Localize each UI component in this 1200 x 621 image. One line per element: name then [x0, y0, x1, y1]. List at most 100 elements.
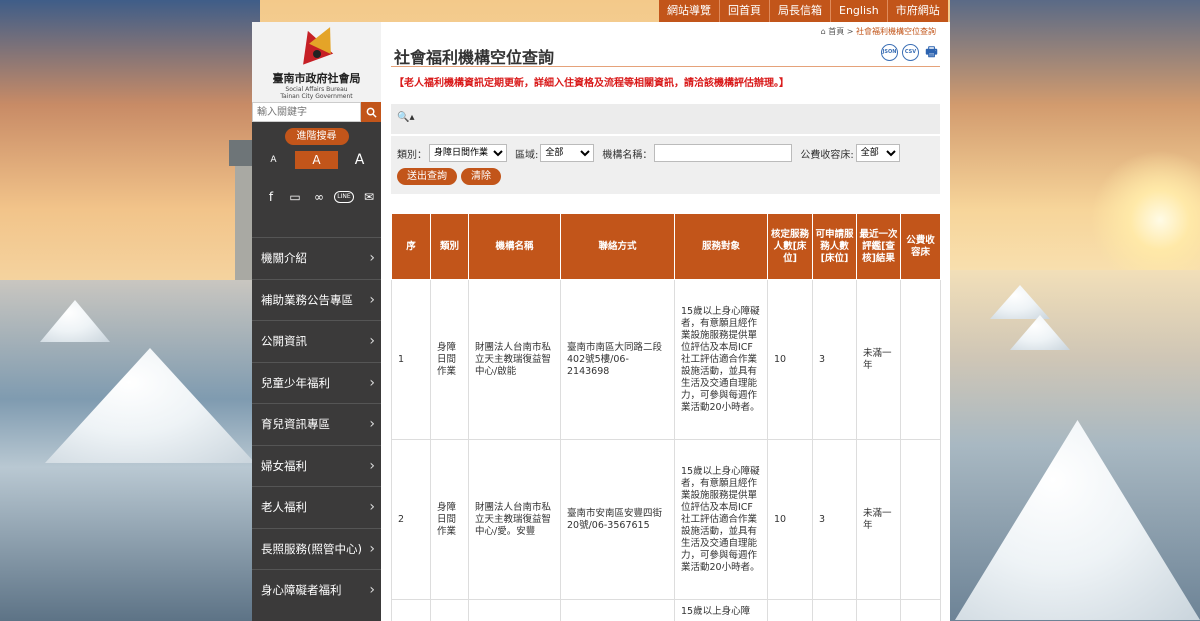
menu-item-about[interactable]: 機關介紹 — [252, 237, 381, 279]
col-header-contact: 聯絡方式 — [560, 213, 675, 280]
topnav-home[interactable]: 回首頁 — [719, 0, 769, 22]
breadcrumb-current: 社會福利機構空位查詢 — [856, 27, 936, 36]
public-bed-label: 公費收容床: — [800, 149, 854, 161]
logo[interactable]: 臺南市政府社會局 Social Affairs Bureau Tainan Ci… — [252, 22, 381, 102]
export-tools: JSON CSV 🖶 — [881, 44, 940, 61]
title-divider — [391, 66, 940, 67]
page-title: 社會福利機構空位查詢 — [394, 48, 555, 67]
submit-query-button[interactable]: 送出查詢 — [397, 168, 457, 185]
font-size-large[interactable]: A — [338, 151, 381, 169]
table-row: 15歲以上身心障 — [391, 599, 941, 621]
col-header-target: 服務對象 — [674, 213, 768, 280]
breadcrumb-separator: > — [846, 27, 854, 36]
share-icon[interactable]: ∞ — [310, 189, 328, 205]
public-bed-select[interactable]: 全部 — [855, 144, 900, 162]
cell-contact: 臺南市南區大同路二段402號5樓/06-2143698 — [560, 279, 675, 440]
col-header-available: 可申請服務人數[床位] — [812, 213, 857, 280]
cell-name — [468, 599, 561, 621]
cell-target: 15歲以上身心障礙者，有意願且經作業設施服務提供單位評估及本局ICF社工評估適合… — [674, 439, 768, 600]
social-links: f ▭ ∞ LINE ✉ — [252, 169, 381, 213]
font-size-medium[interactable]: A — [295, 151, 338, 169]
cell-name: 財團法人台南市私立天主教瑞復益智中心/愛。安豐 — [468, 439, 561, 600]
menu-item-public-info[interactable]: 公開資訊 — [252, 320, 381, 362]
col-header-approved: 核定服務人數[床位] — [767, 213, 813, 280]
institution-name-input[interactable] — [654, 144, 793, 162]
cell-available: 3 — [812, 439, 857, 600]
cell-approved: 10 — [767, 439, 813, 600]
logo-title: 臺南市政府社會局 — [272, 72, 361, 85]
site-search — [252, 102, 381, 122]
filter-toggle-bar[interactable]: 🔍▴ — [391, 104, 940, 134]
menu-item-child-youth-welfare[interactable]: 兒童少年福利 — [252, 361, 381, 404]
menu-item-subsidy-announcements[interactable]: 補助業務公告專區 — [252, 278, 381, 321]
menu-item-women-welfare[interactable]: 婦女福利 — [252, 444, 381, 487]
json-export-icon[interactable]: JSON — [881, 44, 898, 61]
main-menu: 機關介紹 補助業務公告專區 公開資訊 兒童少年福利 育兒資訊專區 婦女福利 老人… — [252, 237, 381, 611]
advanced-search-button[interactable]: 進階搜尋 — [284, 128, 349, 145]
cell-approved: 10 — [767, 279, 813, 440]
cell-evaluation: 未滿一年 — [856, 279, 901, 440]
cell-name: 財團法人台南市私立天主教瑞復益智中心/啟能 — [468, 279, 561, 440]
type-label: 類別： — [397, 149, 427, 161]
plurk-icon[interactable]: ▭ — [286, 189, 304, 205]
cell-type: 身障日間作業 — [430, 279, 469, 440]
breadcrumb-home[interactable]: 首頁 — [828, 27, 844, 36]
cell-target: 15歲以上身心障礙者，有意願且經作業設施服務提供單位評估及本局ICF社工評估適合… — [674, 279, 768, 440]
cell-target: 15歲以上身心障 — [674, 599, 768, 621]
cell-no — [391, 599, 431, 621]
cell-evaluation — [856, 599, 901, 621]
topnav-english[interactable]: English — [830, 0, 887, 22]
table-row: 2 身障日間作業 財團法人台南市私立天主教瑞復益智中心/愛。安豐 臺南市安南區安… — [391, 439, 941, 600]
filter-form: 類別： 身障日間作業 區域: 全部 機構名稱： 公費收容床: 全部 送出查詢 清… — [391, 136, 940, 194]
clear-button[interactable]: 清除 — [461, 168, 501, 185]
sidebar: 臺南市政府社會局 Social Affairs Bureau Tainan Ci… — [252, 22, 381, 621]
top-nav: 網站導覽 回首頁 局長信箱 English 市府網站 — [659, 0, 948, 22]
col-header-type: 類別 — [430, 213, 469, 280]
csv-export-icon[interactable]: CSV — [902, 44, 919, 61]
font-size-small[interactable]: A — [252, 151, 295, 169]
font-size-switcher: A A A — [252, 151, 381, 169]
cell-no: 1 — [391, 279, 431, 440]
cell-type — [430, 599, 469, 621]
cell-contact: 臺南市安南區安豐四街20號/06-3567615 — [560, 439, 675, 600]
col-header-public-bed: 公費收容床 — [900, 213, 941, 280]
logo-en-line2: Tainan City Government — [280, 93, 353, 100]
menu-item-disability-welfare[interactable]: 身心障礙者福利 — [252, 569, 381, 611]
cell-evaluation: 未滿一年 — [856, 439, 901, 600]
results-table: 序 類別 機構名稱 聯絡方式 服務對象 核定服務人數[床位] 可申請服務人數[床… — [391, 213, 941, 621]
filter-toggle-icon[interactable]: 🔍▴ — [397, 112, 414, 123]
mail-icon[interactable]: ✉ — [360, 189, 378, 205]
breadcrumb: ⌂ 首頁 > 社會福利機構空位查詢 — [821, 26, 936, 37]
cell-public-bed — [900, 439, 941, 600]
menu-item-parenting-info[interactable]: 育兒資訊專區 — [252, 403, 381, 445]
facebook-icon[interactable]: f — [262, 189, 280, 205]
type-select[interactable]: 身障日間作業 — [429, 144, 507, 162]
bureau-logo-icon — [291, 22, 343, 72]
cell-public-bed — [900, 599, 941, 621]
search-input[interactable] — [252, 102, 361, 122]
table-row: 1 身障日間作業 財團法人台南市私立天主教瑞復益智中心/啟能 臺南市南區大同路二… — [391, 279, 941, 440]
print-icon[interactable]: 🖶 — [923, 44, 940, 61]
area-label: 區域: — [515, 149, 539, 161]
menu-item-elderly-welfare[interactable]: 老人福利 — [252, 486, 381, 528]
cell-available — [812, 599, 857, 621]
cell-contact — [560, 599, 675, 621]
search-icon — [366, 107, 377, 118]
topnav-director-mailbox[interactable]: 局長信箱 — [769, 0, 830, 22]
home-icon[interactable]: ⌂ — [821, 27, 826, 36]
line-icon[interactable]: LINE — [334, 191, 354, 203]
topnav-city-site[interactable]: 市府網站 — [886, 0, 948, 22]
search-button[interactable] — [361, 102, 381, 122]
menu-item-long-term-care[interactable]: 長照服務(照管中心) — [252, 527, 381, 570]
cell-available: 3 — [812, 279, 857, 440]
background-sky-left — [0, 0, 260, 300]
topnav-sitemap[interactable]: 網站導覽 — [659, 0, 719, 22]
cell-public-bed — [900, 279, 941, 440]
cell-approved — [767, 599, 813, 621]
col-header-no: 序 — [391, 213, 431, 280]
notice-text: 【老人福利機構資訊定期更新，詳細入住資格及流程等相關資訊，請洽該機構評估辦理。】 — [394, 78, 789, 89]
name-label: 機構名稱： — [602, 149, 653, 161]
area-select[interactable]: 全部 — [540, 144, 595, 162]
table-header-row: 序 類別 機構名稱 聯絡方式 服務對象 核定服務人數[床位] 可申請服務人數[床… — [391, 213, 941, 280]
main-content: ⌂ 首頁 > 社會福利機構空位查詢 社會福利機構空位查詢 JSON CSV 🖶 … — [381, 22, 950, 621]
